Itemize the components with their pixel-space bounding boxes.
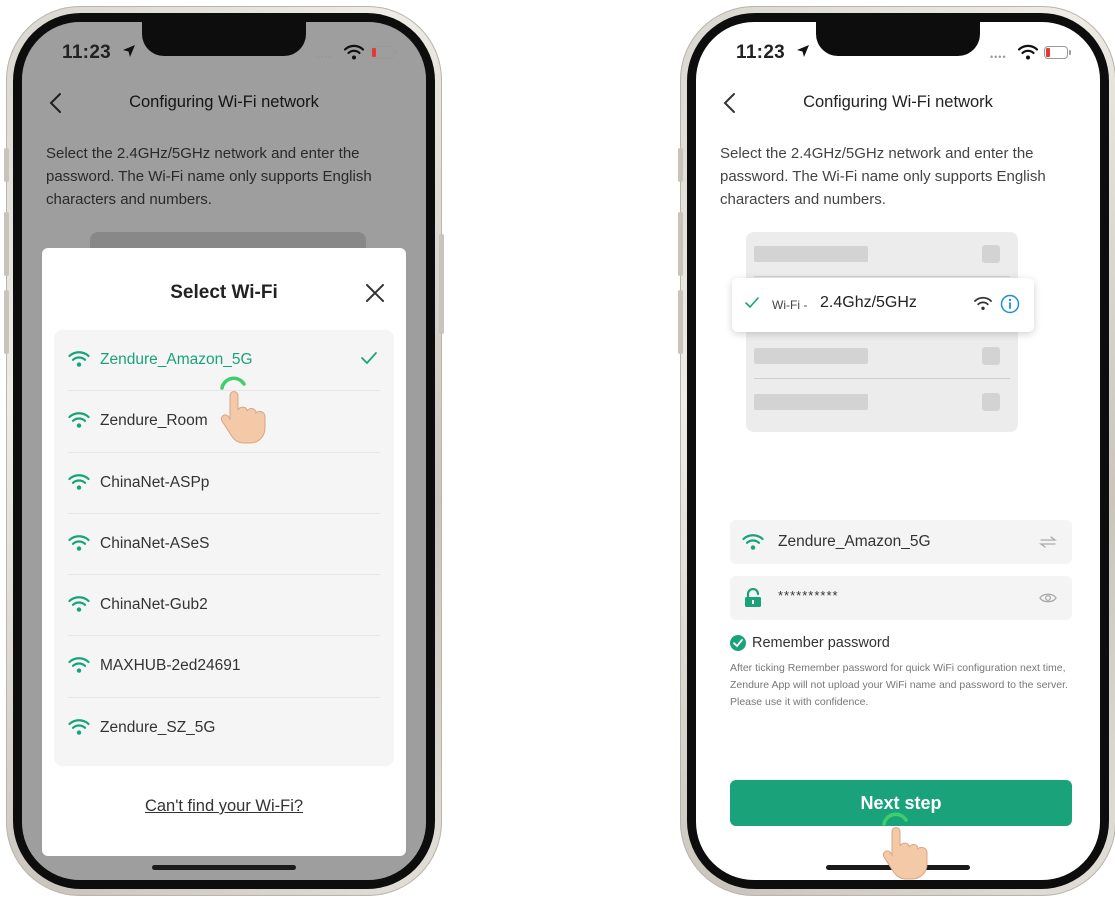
info-icon <box>1000 294 1020 314</box>
wifi-icon <box>68 657 90 674</box>
wifi-name: MAXHUB-2ed24691 <box>100 657 241 675</box>
home-indicator <box>152 865 296 870</box>
power-button <box>439 234 444 334</box>
wifi-item-chinanet-ases[interactable]: ChinaNet-ASeS <box>68 514 380 576</box>
select-wifi-sheet: Select Wi-Fi Zendure_Amazon_5G Zendure_R… <box>42 248 406 856</box>
location-arrow-icon <box>797 45 809 57</box>
page-title: Configuring Wi-Fi network <box>803 93 993 111</box>
wifi-icon <box>68 596 90 612</box>
password-field[interactable]: ********** <box>730 576 1072 620</box>
divider <box>754 378 1010 379</box>
volume-down-button <box>4 290 9 354</box>
placeholder-square <box>982 245 1000 263</box>
phone-left: 11:23 •••• Configuring Wi-Fi network Sel… <box>4 6 444 896</box>
remember-password-label: Remember password <box>752 635 890 651</box>
notch <box>816 22 980 56</box>
volume-up-button <box>678 212 683 276</box>
divider <box>754 276 1010 277</box>
screen: 11:23 •••• Configuring Wi-Fi network Sel… <box>22 22 426 880</box>
cant-find-wifi-link[interactable]: Can't find your Wi-Fi? <box>42 797 406 816</box>
tap-hand-icon <box>882 812 928 880</box>
wifi-name: ChinaNet-Gub2 <box>100 596 208 614</box>
placeholder-bar <box>754 348 868 364</box>
band-hint-card: Wi-Fi - 2.4Ghz/5GHz <box>732 278 1034 332</box>
wifi-item-chinanet-gub2[interactable]: ChinaNet-Gub2 <box>68 575 380 637</box>
wifi-name: ChinaNet-ASeS <box>100 534 210 552</box>
tap-hand-icon <box>220 376 266 444</box>
screen: 11:23 •••• Configuring Wi-Fi network Sel… <box>696 22 1100 880</box>
wifi-icon <box>68 473 90 490</box>
wifi-icon <box>68 719 90 735</box>
check-icon <box>361 352 377 365</box>
volume-up-button <box>4 212 9 276</box>
intro-text: Select the 2.4GHz/5GHz network and enter… <box>720 145 1046 208</box>
wifi-name: ChinaNet-ASPp <box>100 473 210 491</box>
check-icon <box>745 297 759 309</box>
status-time: 11:23 <box>736 42 786 63</box>
lock-icon <box>745 588 761 607</box>
band-label: 2.4Ghz/5GHz <box>820 294 917 311</box>
wifi-item-zendure-sz-5g[interactable]: Zendure_SZ_5G <box>68 698 380 759</box>
wifi-icon <box>68 351 90 367</box>
volume-down-button <box>678 290 683 354</box>
sheet-title: Select Wi-Fi <box>170 282 278 303</box>
wifi-item-maxhub-2ed24691[interactable]: MAXHUB-2ed24691 <box>68 636 380 698</box>
mute-switch <box>4 148 9 182</box>
switch-arrows-icon[interactable] <box>1038 533 1058 551</box>
placeholder-square <box>982 393 1000 411</box>
close-icon[interactable] <box>364 282 386 304</box>
band-prefix: Wi-Fi - <box>772 298 808 312</box>
wifi-icon <box>974 296 992 310</box>
status-time: 11:23 <box>62 42 112 63</box>
mute-switch <box>678 148 683 182</box>
battery-icon <box>370 46 397 59</box>
wifi-name-value: Zendure_Amazon_5G <box>778 533 931 550</box>
signal-dots-icon: •••• <box>316 52 333 62</box>
wifi-name-field[interactable]: Zendure_Amazon_5G <box>730 520 1072 564</box>
nav-bar: Configuring Wi-Fi network <box>696 88 1100 118</box>
phone-right: 11:23 •••• Configuring Wi-Fi network Sel… <box>678 6 1115 896</box>
notch <box>142 22 306 56</box>
wifi-band-illustration <box>746 232 1018 432</box>
battery-icon <box>1044 46 1071 59</box>
password-value: ********** <box>778 588 839 603</box>
privacy-note: After ticking Remember password for quic… <box>730 662 1068 708</box>
wifi-status-icon <box>1018 44 1038 60</box>
wifi-name: Zendure_Amazon_5G <box>100 351 253 368</box>
wifi-name: Zendure_SZ_5G <box>100 718 216 736</box>
signal-dots-icon: •••• <box>990 52 1007 62</box>
wifi-item-chinanet-aspp[interactable]: ChinaNet-ASPp <box>68 453 380 514</box>
wifi-icon <box>68 535 90 551</box>
wifi-icon <box>68 412 90 429</box>
placeholder-bar <box>754 394 868 410</box>
wifi-status-icon <box>344 44 364 60</box>
wifi-icon <box>742 534 764 550</box>
wifi-name: Zendure_Room <box>100 412 208 430</box>
eye-icon[interactable] <box>1038 589 1058 607</box>
checked-circle-icon <box>730 635 746 651</box>
placeholder-bar <box>754 246 868 262</box>
location-arrow-icon <box>123 45 135 57</box>
placeholder-square <box>982 347 1000 365</box>
